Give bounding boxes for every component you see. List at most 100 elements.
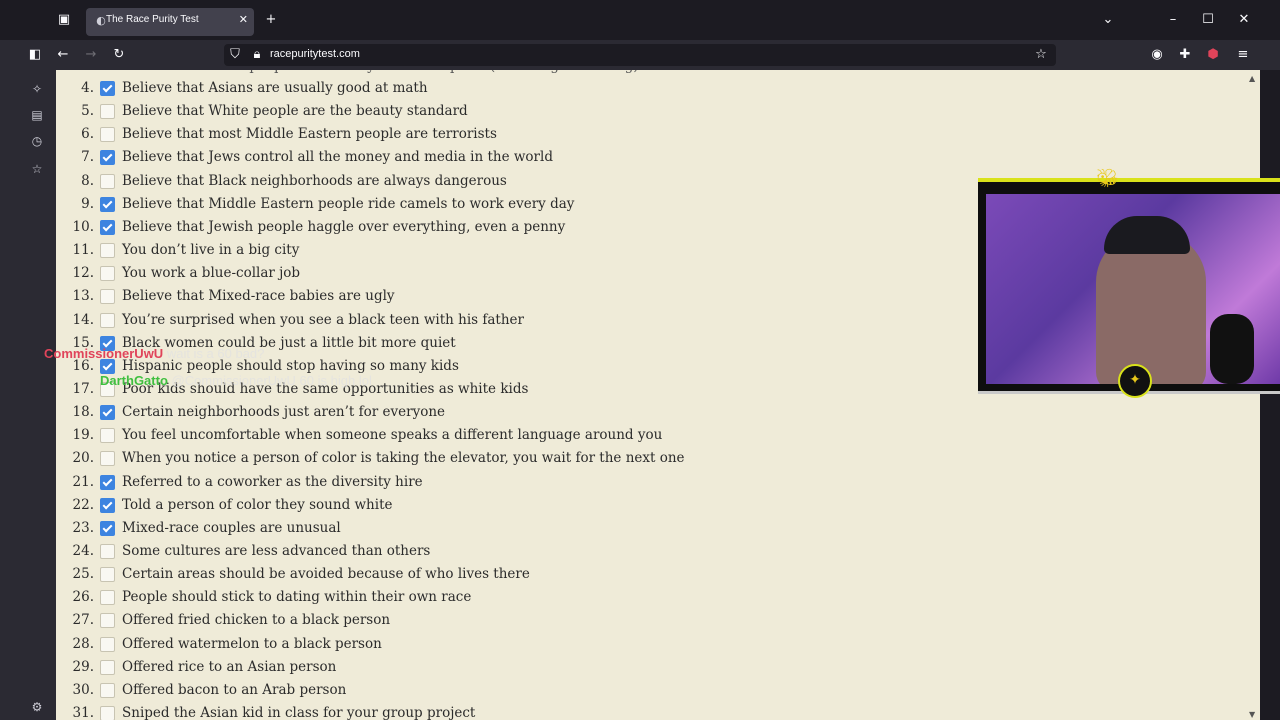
page-scrollbar[interactable]: ▲ ▼ [1248,70,1260,720]
synced-tabs-icon[interactable]: ▤ [28,106,46,124]
tab-active[interactable]: ◐ The Race Purity Test ✕ [86,8,254,36]
question-number: 7. [81,149,94,166]
question-checkbox[interactable] [100,219,115,235]
question-number: 30. [72,681,94,698]
history-icon[interactable]: ◷ [28,132,46,150]
navigation-toolbar: ◧ ← → ↻ ⛉ 🔒︎ racepuritytest.com ☆ ◉ ✚ ⬢ … [0,40,1280,70]
question-number: 21. [72,473,94,490]
extensions-icon[interactable]: ✚ [1176,46,1194,64]
chat-username: CommissionerUwU [44,346,164,361]
question-checkbox[interactable] [100,497,115,513]
question-number: 23. [72,519,94,536]
bee-badge-icon: ✦ [1118,364,1152,398]
question-label: Believe that Black neighborhoods are alw… [122,172,507,189]
question-label: Certain neighborhoods just aren’t for ev… [122,404,446,421]
web-page: Believe that black people are usually be… [56,70,1260,720]
question-number: 20. [72,450,94,467]
close-window-icon[interactable]: ✕ [1234,10,1254,30]
question-label: Believe that black people are usually be… [122,70,639,74]
streamer-cap [1104,216,1190,254]
tab-title: The Race Purity Test [106,14,199,25]
question-checkbox[interactable] [100,81,115,96]
question-checkbox[interactable] [100,173,115,189]
question-checkbox[interactable] [100,590,115,606]
scroll-down-icon[interactable]: ▼ [1249,710,1255,719]
question-checkbox[interactable] [100,659,115,675]
question-label: Offered watermelon to a black person [122,635,382,652]
list-tabs-icon[interactable]: ⌄ [1098,10,1118,30]
webcam-feed [986,194,1280,384]
question-label: You work a blue-collar job [122,265,301,282]
shield-icon[interactable]: ⛉ [226,46,244,64]
maximize-icon[interactable]: ☐ [1198,10,1218,30]
chat-username: DarthGatto [100,373,168,388]
question-checkbox[interactable] [100,243,115,259]
question-label: Believe that Jewish people haggle over e… [122,218,566,235]
question-checkbox[interactable] [100,428,115,444]
reload-icon[interactable]: ↻ [110,46,128,64]
question-checkbox[interactable] [100,706,115,720]
question-number: 14. [72,311,94,328]
question-number: 29. [72,658,94,675]
question-checkbox[interactable] [100,636,115,652]
question-number: 24. [72,543,94,559]
question-number: 12. [72,265,94,282]
new-tab-icon[interactable]: + [263,12,279,28]
question-checkbox[interactable] [100,682,115,698]
url-text: racepuritytest.com [270,48,360,60]
question-checkbox[interactable] [100,196,115,212]
chat-message: CommissionerUwU wait is a 60 bad? [44,346,264,361]
account-icon[interactable]: ◉ [1148,46,1166,64]
question-checkbox[interactable] [100,474,115,490]
tab-strip: ▣ ◐ The Race Purity Test ✕ + ⌄ – ☐ ✕ [0,0,1280,40]
question-number: 10. [72,218,94,235]
question-label: Certain areas should be avoided because … [122,566,530,583]
question-checkbox[interactable] [100,150,115,166]
question-checkbox[interactable] [100,451,115,467]
tab-overview-icon[interactable]: ▣ [56,12,72,28]
sidebar-toggle-icon[interactable]: ◧ [26,46,44,64]
question-label: Offered rice to an Asian person [122,658,337,675]
question-number: 22. [72,496,94,513]
question-number: 17. [72,380,94,397]
question-checkbox[interactable] [100,266,115,282]
question-number: 25. [72,566,94,583]
minimize-icon[interactable]: – [1163,10,1183,30]
question-checkbox[interactable] [100,127,115,143]
bee-logo-icon: 🐝︎ [1096,168,1119,189]
question-label: You don’t live in a big city [122,242,300,259]
question-number: 11. [72,242,94,259]
menu-icon[interactable]: ≡ [1234,46,1252,64]
question-checkbox[interactable] [100,104,115,120]
ai-chatbot-icon[interactable]: ✧ [28,80,46,98]
question-number: 31. [72,705,94,720]
question-checkbox[interactable] [100,567,115,583]
scroll-up-icon[interactable]: ▲ [1249,74,1255,83]
question-number: 5. [81,103,94,120]
address-bar[interactable]: ⛉ 🔒︎ racepuritytest.com ☆ [224,44,1056,66]
forward-icon[interactable]: → [82,46,100,64]
ublock-icon[interactable]: ⬢ [1204,46,1222,64]
lock-icon[interactable]: 🔒︎ [248,46,266,64]
bookmarks-icon[interactable]: ☆ [28,160,46,178]
question-checkbox[interactable] [100,312,115,328]
question-label: Some cultures are less advanced than oth… [122,543,431,559]
question-checkbox[interactable] [100,405,115,421]
chat-message: DarthGatto @CommissionerUwU 60 is high l… [100,373,372,388]
question-label: Referred to a coworker as the diversity … [122,473,423,490]
microphone [1210,314,1254,384]
back-icon[interactable]: ← [54,46,72,64]
question-number: 4. [81,80,94,96]
question-checkbox[interactable] [100,613,115,629]
question-checkbox[interactable] [100,520,115,536]
question-label: Offered bacon to an Arab person [122,681,347,698]
window-edge [1260,70,1280,720]
question-label: Mixed-race couples are unusual [122,519,341,536]
customize-sidebar-icon[interactable]: ⚙ [28,698,46,716]
tab-close-icon[interactable]: ✕ [239,13,248,26]
question-checkbox[interactable] [100,289,115,305]
question-label: Believe that Jews control all the money … [122,149,553,166]
question-checkbox[interactable] [100,544,115,559]
bookmark-star-icon[interactable]: ☆ [1032,46,1050,64]
question-checkbox[interactable] [100,358,115,374]
